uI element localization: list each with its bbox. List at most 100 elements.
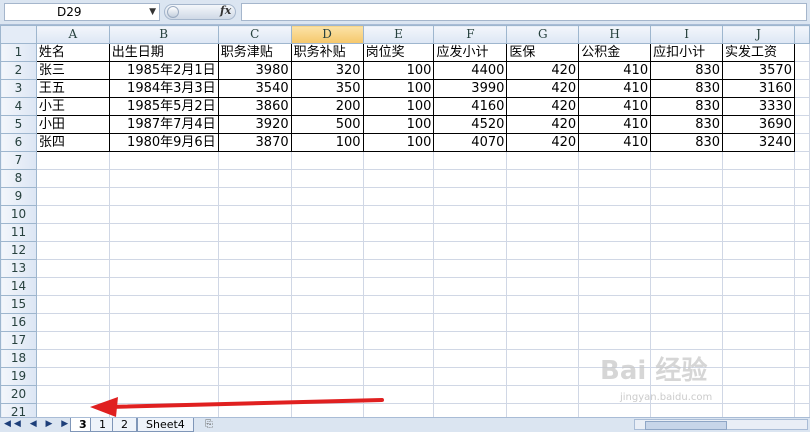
cell-i9[interactable]: [650, 187, 724, 206]
cell-i3[interactable]: 830: [650, 79, 724, 98]
cell-f14[interactable]: [433, 277, 508, 296]
row-header-3[interactable]: 3: [0, 79, 37, 98]
cell-k12[interactable]: [793, 241, 810, 260]
cell-j12[interactable]: [722, 241, 795, 260]
cell-b5[interactable]: 1987年7月4日: [108, 115, 219, 134]
row-header-10[interactable]: 10: [0, 205, 37, 224]
cell-f15[interactable]: [433, 295, 508, 314]
cell-j1[interactable]: 实发工资: [722, 43, 795, 62]
cell-j6[interactable]: 3240: [722, 133, 795, 152]
cell-k18[interactable]: [793, 349, 810, 368]
cell-g14[interactable]: [506, 277, 580, 296]
cell-j4[interactable]: 3330: [722, 97, 795, 116]
cell-j2[interactable]: 3570: [722, 61, 795, 80]
cell-j14[interactable]: [722, 277, 795, 296]
cell-j21[interactable]: [722, 403, 795, 417]
cell-k19[interactable]: [793, 367, 810, 386]
cell-a2[interactable]: 张三: [35, 61, 110, 80]
cell-b21[interactable]: [108, 403, 219, 417]
cell-c19[interactable]: [217, 367, 292, 386]
cell-c11[interactable]: [217, 223, 292, 242]
cell-a10[interactable]: [35, 205, 110, 224]
cell-g9[interactable]: [506, 187, 580, 206]
row-header-18[interactable]: 18: [0, 349, 37, 368]
cell-b11[interactable]: [108, 223, 219, 242]
formula-input[interactable]: [241, 3, 807, 21]
cell-d8[interactable]: [290, 169, 364, 188]
cell-i10[interactable]: [650, 205, 724, 224]
cell-d14[interactable]: [290, 277, 364, 296]
cell-d16[interactable]: [290, 313, 364, 332]
cell-c3[interactable]: 3540: [217, 79, 292, 98]
cell-k7[interactable]: [793, 151, 810, 170]
cell-f1[interactable]: 应发小计: [433, 43, 508, 62]
cell-e17[interactable]: [362, 331, 435, 350]
cell-k3[interactable]: [793, 79, 810, 98]
cell-k14[interactable]: [793, 277, 810, 296]
cell-d5[interactable]: 500: [290, 115, 364, 134]
cell-g1[interactable]: 医保: [506, 43, 580, 62]
cell-d3[interactable]: 350: [290, 79, 364, 98]
cell-k4[interactable]: [793, 97, 810, 116]
cell-f2[interactable]: 4400: [433, 61, 508, 80]
cell-j20[interactable]: [722, 385, 795, 404]
cell-g19[interactable]: [506, 367, 580, 386]
cell-j7[interactable]: [722, 151, 795, 170]
cell-f11[interactable]: [433, 223, 508, 242]
cell-k11[interactable]: [793, 223, 810, 242]
cell-e21[interactable]: [362, 403, 435, 417]
cell-i6[interactable]: 830: [650, 133, 724, 152]
cell-c10[interactable]: [217, 205, 292, 224]
tab-sheet-sheet4[interactable]: Sheet4: [137, 418, 194, 432]
cell-g15[interactable]: [506, 295, 580, 314]
cell-k8[interactable]: [793, 169, 810, 188]
cell-j9[interactable]: [722, 187, 795, 206]
cell-e14[interactable]: [362, 277, 435, 296]
cell-d1[interactable]: 职务补贴: [290, 43, 364, 62]
row-header-9[interactable]: 9: [0, 187, 37, 206]
cell-f10[interactable]: [433, 205, 508, 224]
cell-a6[interactable]: 张四: [35, 133, 110, 152]
cell-b1[interactable]: 出生日期: [108, 43, 219, 62]
cell-h21[interactable]: [578, 403, 652, 417]
cell-j10[interactable]: [722, 205, 795, 224]
cell-f7[interactable]: [433, 151, 508, 170]
cell-c5[interactable]: 3920: [217, 115, 292, 134]
cell-b17[interactable]: [108, 331, 219, 350]
cell-i21[interactable]: [650, 403, 724, 417]
cell-a4[interactable]: 小王: [35, 97, 110, 116]
cell-a21[interactable]: [35, 403, 110, 417]
cell-j3[interactable]: 3160: [722, 79, 795, 98]
cell-i13[interactable]: [650, 259, 724, 278]
cell-h15[interactable]: [578, 295, 652, 314]
cell-g2[interactable]: 420: [506, 61, 580, 80]
cell-b13[interactable]: [108, 259, 219, 278]
cell-d10[interactable]: [290, 205, 364, 224]
cell-i8[interactable]: [650, 169, 724, 188]
cell-d21[interactable]: [290, 403, 364, 417]
cell-g20[interactable]: [506, 385, 580, 404]
cell-h14[interactable]: [578, 277, 652, 296]
cell-a5[interactable]: 小田: [35, 115, 110, 134]
name-box[interactable]: D29 ▼: [4, 3, 160, 21]
cell-f13[interactable]: [433, 259, 508, 278]
cell-b3[interactable]: 1984年3月3日: [108, 79, 219, 98]
row-header-15[interactable]: 15: [0, 295, 37, 314]
row-header-4[interactable]: 4: [0, 97, 37, 116]
cell-k2[interactable]: [793, 61, 810, 80]
cell-g11[interactable]: [506, 223, 580, 242]
column-header-d[interactable]: D: [290, 25, 364, 44]
cell-k10[interactable]: [793, 205, 810, 224]
row-header-16[interactable]: 16: [0, 313, 37, 332]
cell-a19[interactable]: [35, 367, 110, 386]
cell-k15[interactable]: [793, 295, 810, 314]
cell-e20[interactable]: [362, 385, 435, 404]
cell-j16[interactable]: [722, 313, 795, 332]
cell-i12[interactable]: [650, 241, 724, 260]
cell-a20[interactable]: [35, 385, 110, 404]
cell-h11[interactable]: [578, 223, 652, 242]
row-header-14[interactable]: 14: [0, 277, 37, 296]
cell-j19[interactable]: [722, 367, 795, 386]
cell-g18[interactable]: [506, 349, 580, 368]
cell-c4[interactable]: 3860: [217, 97, 292, 116]
